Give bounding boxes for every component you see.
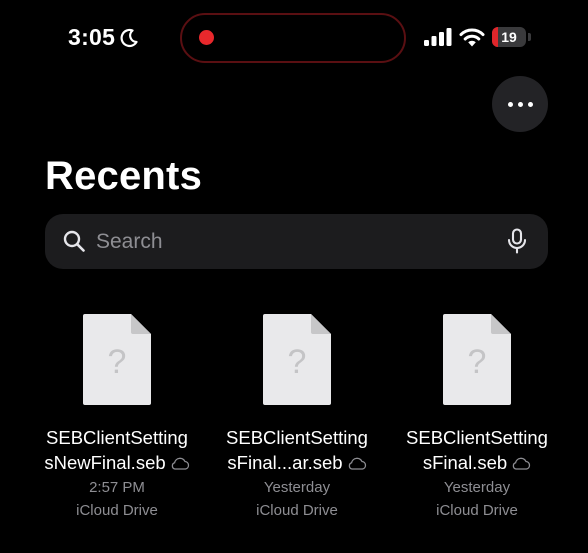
unknown-document-icon: ?: [442, 313, 512, 406]
ellipsis-icon-dot: [527, 101, 533, 107]
file-name: SEBClientSetting sFinal...ar.seb: [207, 425, 387, 475]
svg-text:?: ?: [468, 343, 487, 381]
file-name-line2: sFinal...ar.seb: [227, 452, 343, 473]
file-location: iCloud Drive: [436, 502, 518, 519]
battery-fill: [492, 27, 499, 47]
unknown-document-icon: ?: [262, 313, 332, 406]
file-date: 2:57 PM: [89, 479, 145, 496]
recording-indicator-icon: [199, 30, 214, 45]
battery-icon: 19: [492, 27, 526, 47]
file-name-line2: sFinal.seb: [422, 452, 508, 473]
microphone-icon[interactable]: [506, 228, 528, 254]
search-input[interactable]: [96, 214, 496, 269]
more-options-button[interactable]: [492, 76, 548, 132]
file-item[interactable]: ? SEBClientSetting sNewFinal.seb 2:57 PM…: [27, 313, 207, 522]
svg-text:?: ?: [108, 343, 127, 381]
ellipsis-icon-dot: [517, 101, 523, 107]
file-name-line1: SEBClientSetting: [406, 427, 548, 448]
unknown-document-icon: ?: [82, 313, 152, 406]
icloud-download-icon[interactable]: [170, 457, 190, 470]
wifi-icon: [459, 28, 485, 46]
battery-level: 19: [501, 29, 517, 45]
file-location: iCloud Drive: [76, 502, 158, 519]
time-label: 3:05: [68, 24, 116, 50]
cellular-signal-icon: [424, 28, 452, 46]
ellipsis-icon-dot: [507, 101, 513, 107]
file-name: SEBClientSetting sFinal.seb: [387, 425, 567, 475]
magnifying-glass-icon: [63, 230, 85, 252]
file-location: iCloud Drive: [256, 502, 338, 519]
file-name-line2: sNewFinal.seb: [44, 452, 166, 473]
status-time: 3:05: [68, 24, 139, 51]
file-date: Yesterday: [443, 479, 511, 496]
file-name-line1: SEBClientSetting: [46, 427, 188, 448]
icloud-download-icon[interactable]: [511, 457, 531, 470]
dynamic-island[interactable]: [180, 13, 406, 63]
file-name-line1: SEBClientSetting: [226, 427, 368, 448]
file-name: SEBClientSetting sNewFinal.seb: [27, 425, 207, 475]
status-indicators: 19: [424, 24, 531, 50]
moon-icon: [120, 28, 138, 47]
icloud-download-icon[interactable]: [347, 457, 367, 470]
svg-text:?: ?: [288, 343, 307, 381]
search-bar[interactable]: [45, 214, 548, 269]
file-item[interactable]: ? SEBClientSetting sFinal.seb Yesterday …: [387, 313, 567, 522]
page-title: Recents: [45, 154, 203, 198]
file-date: Yesterday: [263, 479, 331, 496]
files-app-screen: 3:05 19 Recents Search ? SEBClientSettin…: [0, 0, 588, 553]
file-item[interactable]: ? SEBClientSetting sFinal...ar.seb Yeste…: [207, 313, 387, 522]
battery-tip: [528, 33, 531, 41]
